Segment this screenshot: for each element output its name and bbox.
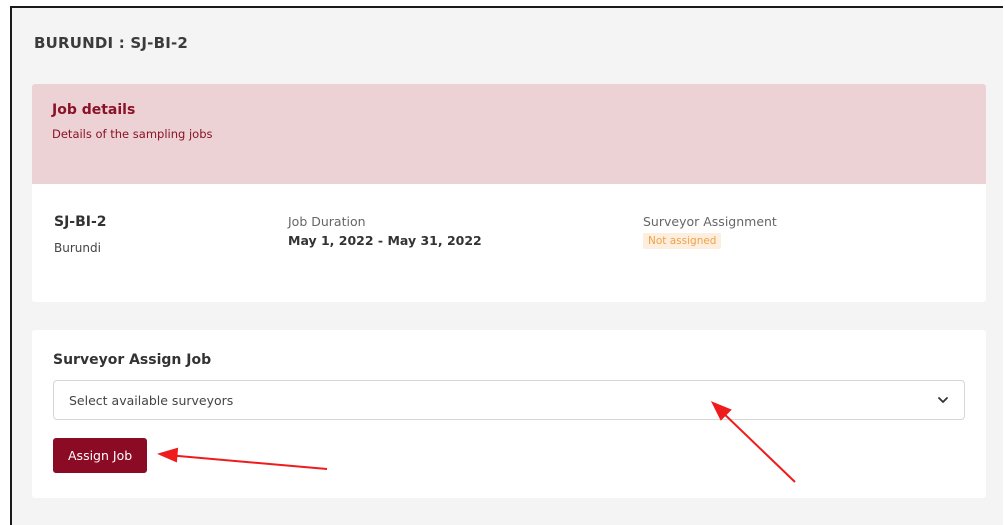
job-country: Burundi [54,241,101,255]
surveyor-select[interactable]: Select available surveyors [53,380,965,420]
page-title: BURUNDI : SJ-BI-2 [34,34,189,52]
job-details-subheading: Details of the sampling jobs [52,127,213,141]
surveyor-select-placeholder: Select available surveyors [69,392,234,408]
status-badge: Not assigned [643,233,722,249]
job-details-body: SJ-BI-2 Burundi Job Duration May 1, 2022… [32,184,986,302]
page-frame: BURUNDI : SJ-BI-2 Job details Details of… [10,6,1003,525]
job-details-heading: Job details [52,102,136,118]
assign-job-card: Surveyor Assign Job Select available sur… [32,330,986,498]
job-code: SJ-BI-2 [54,214,107,230]
job-identity: SJ-BI-2 Burundi [54,214,107,255]
job-duration-value: May 1, 2022 - May 31, 2022 [288,233,482,248]
job-duration-label: Job Duration [288,214,366,229]
surveyor-assignment: Surveyor Assignment Not assigned [643,214,777,249]
job-duration: Job Duration May 1, 2022 - May 31, 2022 [288,214,482,248]
job-details-header: Job details Details of the sampling jobs [32,84,986,184]
job-details-card: Job details Details of the sampling jobs… [32,84,986,302]
surveyor-assignment-label: Surveyor Assignment [643,214,777,229]
chevron-down-icon [938,397,948,403]
assign-job-title: Surveyor Assign Job [53,352,212,368]
assign-job-button[interactable]: Assign Job [53,438,148,473]
